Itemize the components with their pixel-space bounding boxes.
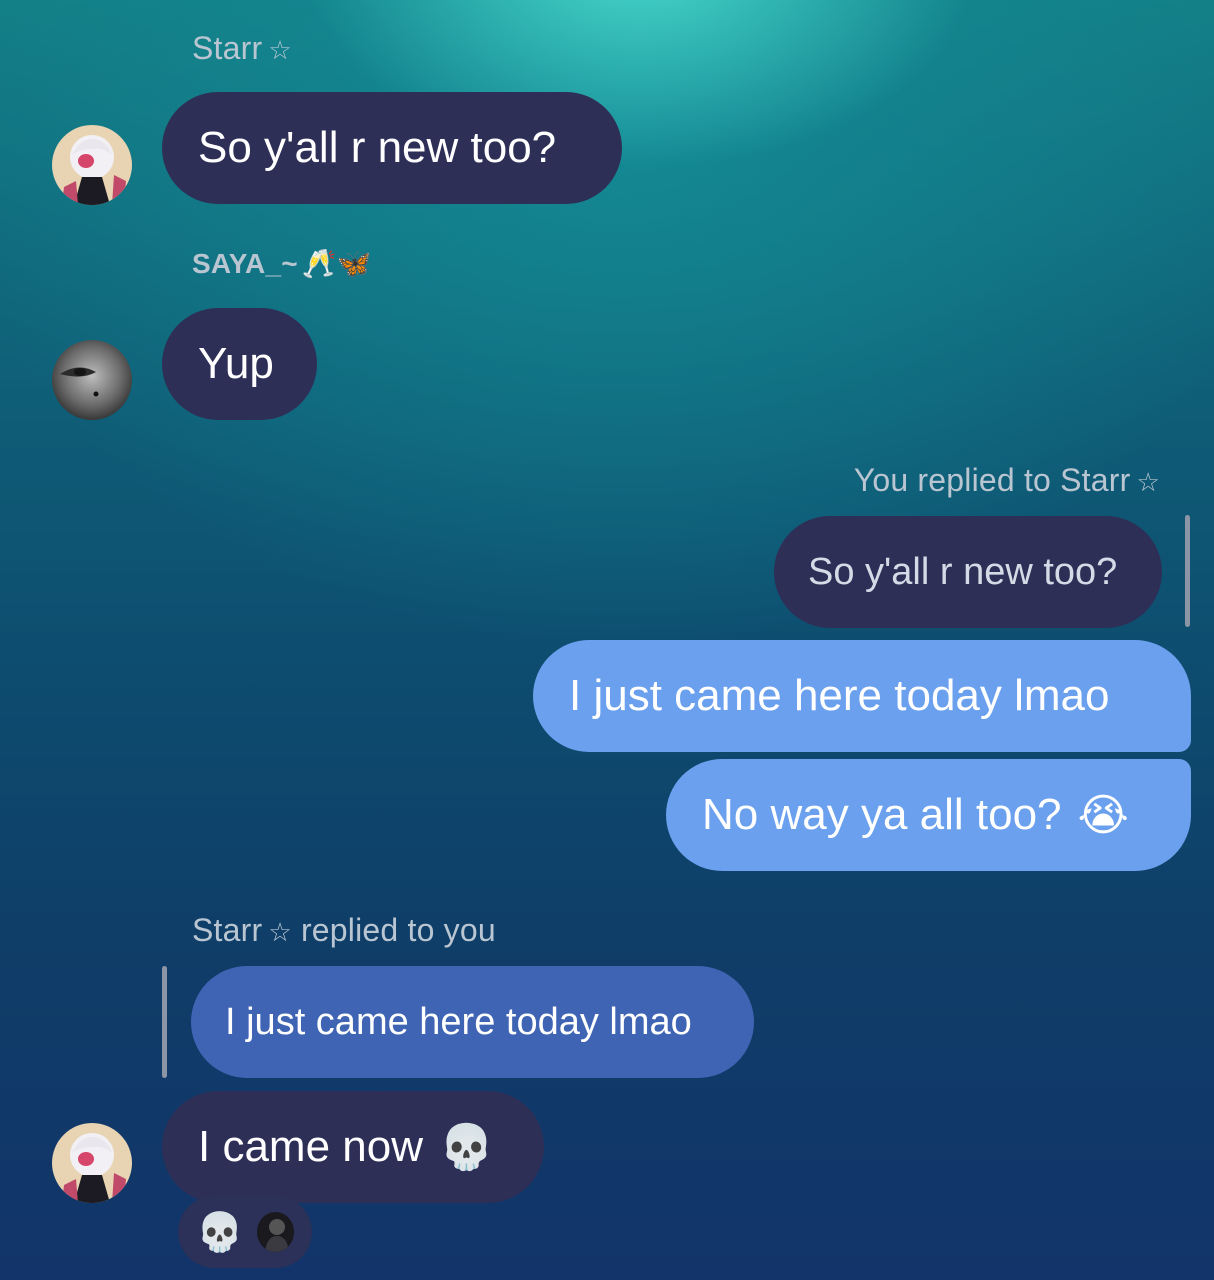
avatar-starr-icon[interactable] <box>52 125 132 205</box>
reply-label-text: replied to you <box>300 912 496 948</box>
crying-face-icon: 😭 <box>1077 789 1129 841</box>
quoted-message-bubble[interactable]: I just came here today lmao <box>191 966 754 1078</box>
message-text: I just came here today lmao <box>569 671 1110 720</box>
quoted-message-text: I just came here today lmao <box>225 1000 692 1043</box>
avatar-saya-icon[interactable] <box>52 340 132 420</box>
sender-name-saya: SAYA_~ 🥂🦋 <box>192 247 372 280</box>
message-text: I came now <box>198 1122 423 1171</box>
sender-name-text: SAYA_~ <box>192 248 298 279</box>
message-text: No way ya all too? <box>702 790 1062 839</box>
star-icon: ☆ <box>1136 468 1160 498</box>
reply-label-text: You replied to Starr <box>853 462 1131 498</box>
reply-label-sender: Starr <box>192 912 263 948</box>
reaction-avatar-icon <box>257 1212 294 1252</box>
sender-name-starr: Starr ☆ <box>192 30 292 67</box>
message-bubble-outgoing[interactable]: I just came here today lmao <box>533 640 1191 752</box>
avatar-starr-icon[interactable] <box>52 1123 132 1203</box>
sender-name-text: Starr <box>192 30 263 66</box>
quote-bar <box>162 966 167 1078</box>
reply-context-label: Starr ☆ replied to you <box>192 912 496 949</box>
sender-emoji: 🥂🦋 <box>301 247 372 280</box>
message-bubble-outgoing[interactable]: No way ya all too? 😭 <box>666 759 1191 871</box>
star-icon: ☆ <box>268 36 292 66</box>
quoted-message-text: So y'all r new too? <box>808 550 1118 593</box>
skull-icon: 💀 <box>196 1209 244 1254</box>
reply-context-label: You replied to Starr ☆ <box>854 462 1160 499</box>
quote-bar <box>1185 515 1190 627</box>
quoted-message-bubble[interactable]: So y'all r new too? <box>774 516 1162 628</box>
chat-thread: Starr ☆ So y'all r new too? SAYA_~ 🥂🦋 Yu… <box>0 0 1214 1280</box>
reaction-pill[interactable]: 💀 <box>178 1196 312 1268</box>
message-bubble-incoming[interactable]: So y'all r new too? <box>162 92 622 204</box>
message-text: So y'all r new too? <box>198 123 557 172</box>
message-text: Yup <box>198 339 274 388</box>
star-icon: ☆ <box>268 918 292 948</box>
message-bubble-incoming[interactable]: Yup <box>162 308 317 420</box>
skull-icon: 💀 <box>438 1122 494 1173</box>
message-bubble-incoming[interactable]: I came now 💀 <box>162 1091 544 1203</box>
